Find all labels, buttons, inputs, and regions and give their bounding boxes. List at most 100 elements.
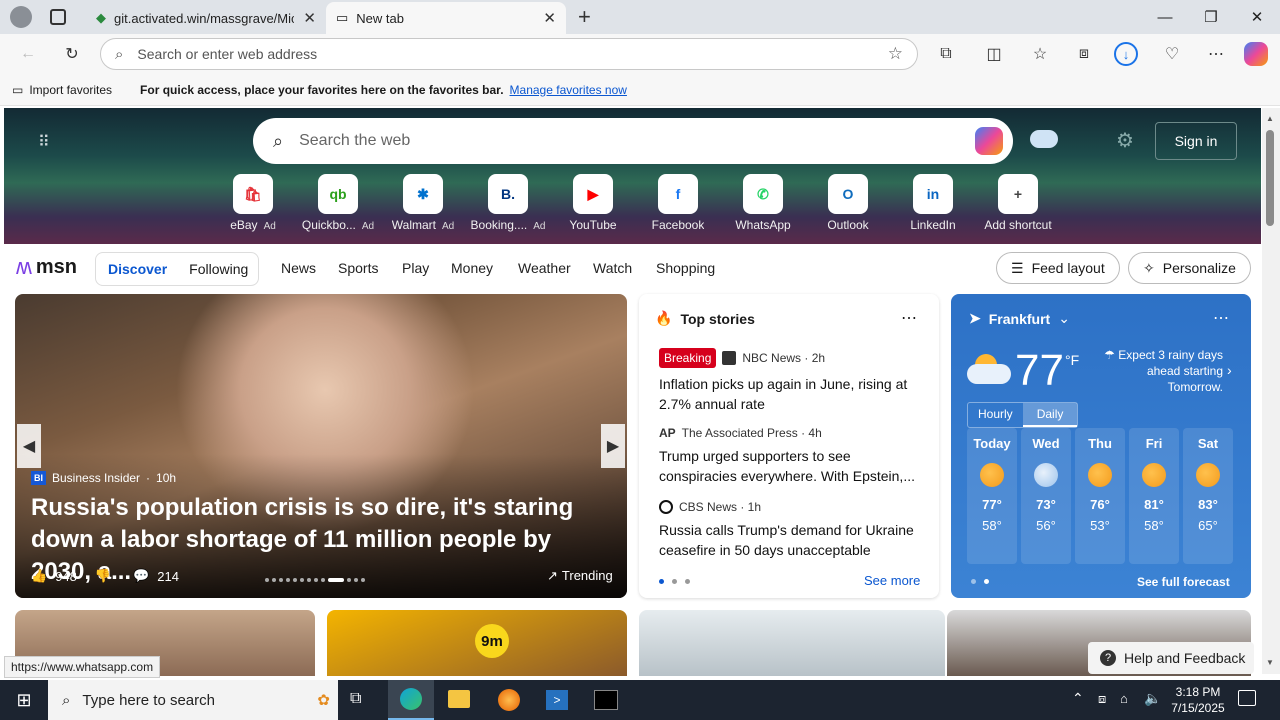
see-more-link[interactable]: See more <box>864 573 920 588</box>
help-feedback-button[interactable]: ? Help and Feedback <box>1088 642 1254 674</box>
more-options-icon[interactable]: ⋯ <box>901 308 917 328</box>
news-card-thumbnail[interactable]: 9m <box>327 610 627 676</box>
shortcut-add-shortcut[interactable]: + Add shortcut <box>976 174 1060 232</box>
task-view-icon[interactable]: ⧉ <box>350 690 361 708</box>
close-tab-icon[interactable]: ✕ <box>303 9 316 27</box>
sign-in-button[interactable]: Sign in <box>1155 122 1237 160</box>
story-3[interactable]: CBS News · 1h Russia calls Trump's deman… <box>659 500 927 560</box>
hero-news-card[interactable]: ◀ ▶ BI Business Insider · 10h Russia's p… <box>15 294 627 598</box>
collections-icon[interactable]: ⧈ <box>1070 40 1098 68</box>
nav-news[interactable]: News <box>281 260 316 276</box>
comment-icon[interactable]: 💬 <box>133 568 149 584</box>
carousel-dots[interactable] <box>265 578 365 582</box>
scroll-down-icon[interactable]: ▼ <box>1266 658 1274 667</box>
file-explorer-icon[interactable] <box>448 690 470 708</box>
shortcut-youtube[interactable]: ▶ YouTube <box>551 174 635 232</box>
shortcut-facebook[interactable]: f Facebook <box>636 174 720 232</box>
forecast-day[interactable]: Thu 76° 53° <box>1075 428 1125 564</box>
story-2[interactable]: AP The Associated Press · 4h Trump urged… <box>659 426 927 486</box>
settings-icon[interactable]: ⚙ <box>1116 128 1134 153</box>
news-card-thumbnail[interactable] <box>639 610 945 676</box>
notification-icon[interactable] <box>1238 690 1256 706</box>
profile-icon[interactable] <box>10 6 32 28</box>
tray-wifi-icon[interactable]: ⌂ <box>1120 691 1128 706</box>
address-bar[interactable]: ⌕ Search or enter web address ☆ <box>100 38 918 70</box>
shortcut-label-text: Add shortcut <box>984 218 1052 232</box>
toggle-daily[interactable]: Daily <box>1022 403 1078 427</box>
more-menu-icon[interactable]: ⋯ <box>1202 40 1230 68</box>
new-tab-button[interactable]: + <box>578 4 591 30</box>
split-screen-icon[interactable]: ◫ <box>980 40 1008 68</box>
prev-arrow-button[interactable]: ◀ <box>17 424 41 468</box>
dislike-icon[interactable]: 👎 <box>95 568 111 584</box>
close-window-button[interactable]: ✕ <box>1234 0 1280 34</box>
tray-network-icon[interactable]: ⧈ <box>1098 691 1106 707</box>
pager-dots[interactable] <box>971 579 989 584</box>
shortcut-walmart[interactable]: ✱ Walmart Ad <box>381 174 465 232</box>
import-favorites-button[interactable]: ▭ Import favorites <box>12 83 112 97</box>
edge-taskbar-icon[interactable] <box>388 680 434 720</box>
taskbar-search[interactable]: ⌕ Type here to search ✿ <box>48 680 338 720</box>
browser-essentials-icon[interactable]: ♡ <box>1158 40 1186 68</box>
personalize-button[interactable]: ✧ Personalize <box>1128 252 1251 284</box>
see-full-forecast-link[interactable]: See full forecast <box>1137 575 1230 589</box>
location-row[interactable]: ➤ Frankfurt ⌄ <box>969 310 1070 327</box>
clock[interactable]: 3:18 PM 7/15/2025 <box>1168 684 1228 716</box>
forecast-day[interactable]: Sat 83° 65° <box>1183 428 1233 564</box>
forecast-day[interactable]: Wed 73° 56° <box>1021 428 1071 564</box>
shortcut-outlook[interactable]: O Outlook <box>806 174 890 232</box>
like-icon[interactable]: 👍 <box>31 568 47 584</box>
more-options-icon[interactable]: ⋯ <box>1213 308 1229 328</box>
tab-discover[interactable]: Discover <box>108 261 167 277</box>
nav-play[interactable]: Play <box>402 260 429 276</box>
nav-watch[interactable]: Watch <box>593 260 632 276</box>
favorite-star-icon[interactable]: ☆ <box>888 44 903 64</box>
downloads-icon[interactable]: ↓ <box>1114 42 1138 66</box>
app-launcher-icon[interactable]: ⠿ <box>38 132 51 152</box>
terminal-icon[interactable] <box>594 690 618 710</box>
forecast-day[interactable]: Today 77° 58° <box>967 428 1017 564</box>
nav-money[interactable]: Money <box>451 260 493 276</box>
story-1[interactable]: Breaking NBC News · 2h Inflation picks u… <box>659 348 927 414</box>
back-icon[interactable]: ← <box>14 40 42 68</box>
weather-cloud-icon[interactable] <box>1030 130 1058 148</box>
next-arrow-button[interactable]: ▶ <box>601 424 625 468</box>
extensions-icon[interactable]: ⧉ <box>932 40 960 68</box>
shortcut-booking-[interactable]: B. Booking.... Ad <box>466 174 550 232</box>
weather-alert[interactable]: ☂ Expect 3 rainy days ahead starting Tom… <box>1097 347 1223 395</box>
copilot-icon[interactable] <box>1244 42 1268 66</box>
nav-shopping[interactable]: Shopping <box>656 260 715 276</box>
web-search-box[interactable]: ⌕ Search the web <box>253 118 1013 164</box>
copilot-icon[interactable] <box>975 127 1003 155</box>
tab-following[interactable]: Following <box>189 261 248 277</box>
scroll-thumb[interactable] <box>1266 130 1274 226</box>
msn-logo[interactable]: ʍ msn <box>16 254 77 280</box>
alert-chevron-icon[interactable]: › <box>1227 362 1232 378</box>
tab-actions-icon[interactable] <box>50 9 66 25</box>
manage-favorites-link[interactable]: Manage favorites now <box>510 83 627 97</box>
close-tab-icon[interactable]: ✕ <box>543 9 556 27</box>
firefox-icon[interactable] <box>498 689 520 711</box>
feed-layout-button[interactable]: ☰ Feed layout <box>996 252 1120 284</box>
page-scrollbar[interactable]: ▲ ▼ <box>1262 108 1280 674</box>
start-button[interactable]: ⊞ <box>0 680 48 720</box>
tab-new-tab[interactable]: ▭ New tab ✕ <box>326 2 566 34</box>
tab-massgrave[interactable]: ◆ git.activated.win/massgrave/Micr ✕ <box>86 2 326 34</box>
shortcut-ebay[interactable]: 🛍 eBay Ad <box>211 174 295 232</box>
shortcut-linkedin[interactable]: in LinkedIn <box>891 174 975 232</box>
favorites-icon[interactable]: ☆ <box>1026 40 1054 68</box>
nav-sports[interactable]: Sports <box>338 260 378 276</box>
nav-weather[interactable]: Weather <box>518 260 571 276</box>
pager-dots[interactable] <box>659 579 690 584</box>
toggle-hourly[interactable]: Hourly <box>968 403 1023 427</box>
restore-button[interactable]: ❐ <box>1188 0 1234 34</box>
scroll-up-icon[interactable]: ▲ <box>1266 114 1274 123</box>
tray-volume-icon[interactable]: 🔈 <box>1144 690 1161 707</box>
refresh-icon[interactable]: ↻ <box>58 40 86 68</box>
forecast-day[interactable]: Fri 81° 58° <box>1129 428 1179 564</box>
shortcut-quickbo-[interactable]: qb Quickbo... Ad <box>296 174 380 232</box>
tray-chevron-icon[interactable]: ⌃ <box>1072 690 1084 707</box>
shortcut-whatsapp[interactable]: ✆ WhatsApp <box>721 174 805 232</box>
minimize-button[interactable]: — <box>1142 0 1188 34</box>
powershell-icon[interactable]: > <box>546 690 568 710</box>
